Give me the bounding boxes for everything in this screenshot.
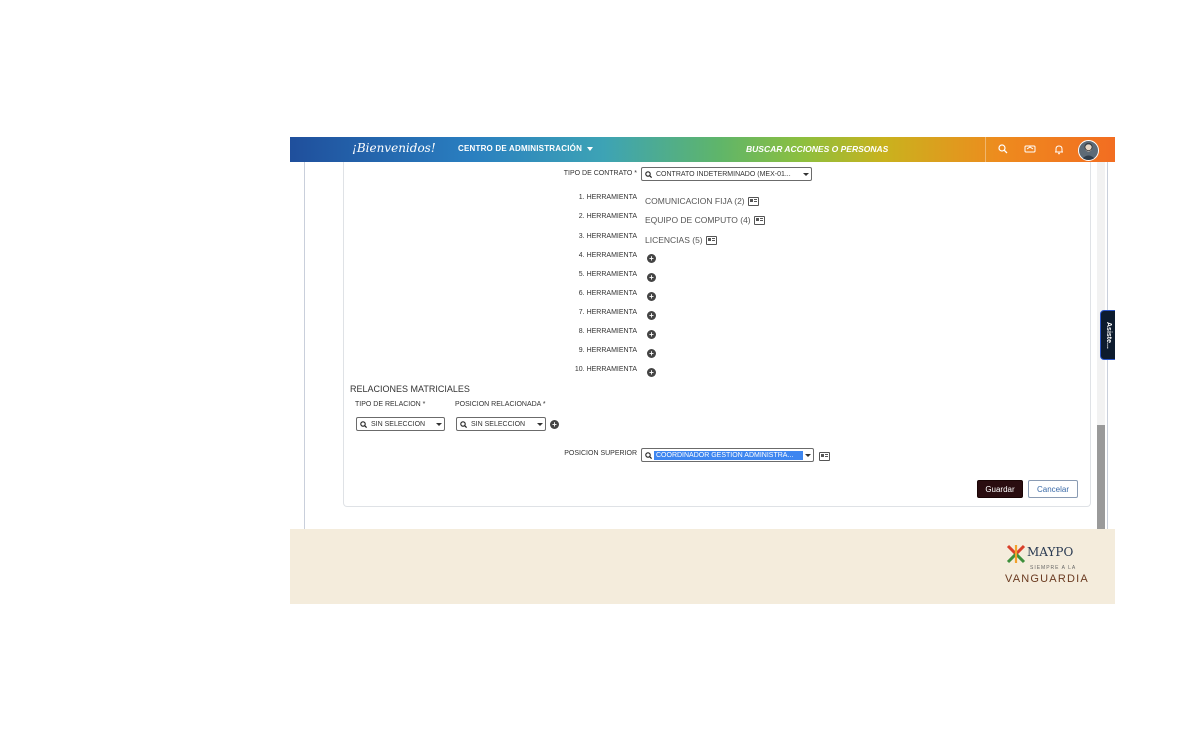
handshake-icon[interactable] [1023, 142, 1037, 156]
add-circle-icon[interactable]: + [647, 368, 656, 377]
id-card-icon[interactable] [819, 452, 830, 461]
tool-5-label: 5. HERRAMIENTA [578, 271, 637, 278]
tool-7-label: 7. HERRAMIENTA [578, 309, 637, 316]
brand-logo[interactable]: ¡Bienvenidos! [352, 141, 436, 155]
tool-6-label: 6. HERRAMIENTA [578, 290, 637, 297]
logo-sub: SIEMPRE A LA [1030, 565, 1077, 571]
maypo-star-icon [1006, 544, 1026, 564]
add-relation-icon[interactable]: + [550, 420, 559, 429]
search-icon[interactable] [996, 142, 1010, 156]
footer: MAYPO SIEMPRE A LA VANGUARDIA [290, 529, 1115, 604]
maypo-logo: MAYPO SIEMPRE A LA VANGUARDIA [1003, 543, 1108, 593]
content-area: TIPO DE CONTRATO * CONTRATO INDETERMINAD… [304, 162, 1108, 529]
add-circle-icon[interactable]: + [647, 292, 656, 301]
scrollbar-thumb[interactable] [1097, 425, 1105, 529]
form-panel: TIPO DE CONTRATO * CONTRATO INDETERMINAD… [343, 162, 1091, 507]
add-circle-icon[interactable]: + [647, 273, 656, 282]
add-circle-icon[interactable]: + [647, 311, 656, 320]
search-icon [642, 451, 654, 459]
related-position-label: POSICION RELACIONADA * [455, 401, 546, 408]
tool-3-text: LICENCIAS (5) [645, 235, 703, 245]
assist-tab[interactable]: Asiste... [1100, 310, 1115, 360]
logo-name: MAYPO [1027, 545, 1074, 559]
superior-position-label: POSICION SUPERIOR [564, 450, 637, 457]
matrix-relations-title: RELACIONES MATRICIALES [350, 384, 470, 394]
chevron-down-icon [434, 422, 444, 426]
logo-tagline: VANGUARDIA [1005, 573, 1089, 585]
tool-8-label: 8. HERRAMIENTA [578, 328, 637, 335]
chevron-down-icon [535, 422, 545, 426]
relation-type-value: SIN SELECCIÓN [371, 420, 426, 428]
add-circle-icon[interactable]: + [647, 349, 656, 358]
top-bar: ¡Bienvenidos! CENTRO DE ADMINISTRACIÓN B… [290, 137, 1115, 162]
tool-3-value[interactable]: LICENCIAS (5) [645, 235, 717, 245]
chevron-down-icon [587, 146, 594, 151]
contract-type-value: CONTRATO INDETERMINADO (MEX-01... [656, 170, 791, 178]
cancel-button[interactable]: Cancelar [1028, 480, 1078, 498]
admin-center-menu[interactable]: CENTRO DE ADMINISTRACIÓN [458, 144, 594, 153]
id-card-icon[interactable] [753, 215, 765, 225]
tool-10-label: 10. HERRAMIENTA [574, 366, 637, 373]
related-position-select[interactable]: SIN SELECCIÓN [456, 417, 546, 431]
search-icon [642, 170, 654, 178]
tool-1-text: COMUNICACION FIJA (2) [645, 196, 745, 206]
id-card-icon[interactable] [705, 235, 717, 245]
tool-9-label: 9. HERRAMIENTA [578, 347, 637, 354]
superior-position-value: COORDINADOR GESTION ADMINISTRA... [654, 450, 803, 460]
contract-type-label: TIPO DE CONTRATO * [563, 170, 637, 177]
tool-2-value[interactable]: EQUIPO DE COMPUTO (4) [645, 215, 765, 225]
add-circle-icon[interactable]: + [647, 254, 656, 263]
tool-2-text: EQUIPO DE COMPUTO (4) [645, 215, 751, 225]
id-card-icon[interactable] [747, 196, 759, 206]
relation-type-select[interactable]: SIN SELECCIÓN [356, 417, 445, 431]
related-position-value: SIN SELECCIÓN [471, 420, 526, 428]
app-window: ¡Bienvenidos! CENTRO DE ADMINISTRACIÓN B… [290, 137, 1115, 604]
search-actions-input[interactable]: BUSCAR ACCIONES O PERSONAS [746, 144, 888, 154]
tool-4-label: 4. HERRAMIENTA [578, 252, 637, 259]
search-icon [457, 420, 469, 428]
avatar[interactable] [1078, 140, 1099, 161]
tool-2-label: 2. HERRAMIENTA [578, 213, 637, 220]
bell-icon[interactable] [1052, 142, 1066, 156]
superior-position-select[interactable]: COORDINADOR GESTION ADMINISTRA... [641, 448, 814, 462]
admin-center-label: CENTRO DE ADMINISTRACIÓN [458, 144, 583, 153]
add-circle-icon[interactable]: + [647, 330, 656, 339]
save-button[interactable]: Guardar [977, 480, 1023, 498]
tool-1-value[interactable]: COMUNICACION FIJA (2) [645, 196, 759, 206]
contract-type-select[interactable]: CONTRATO INDETERMINADO (MEX-01... [641, 167, 812, 181]
tool-3-label: 3. HERRAMIENTA [578, 233, 637, 240]
topbar-divider [985, 137, 986, 162]
relation-type-label: TIPO DE RELACION * [355, 401, 426, 408]
search-icon [357, 420, 369, 428]
chevron-down-icon [803, 453, 813, 457]
chevron-down-icon [801, 172, 811, 176]
tool-1-label: 1. HERRAMIENTA [578, 194, 637, 201]
